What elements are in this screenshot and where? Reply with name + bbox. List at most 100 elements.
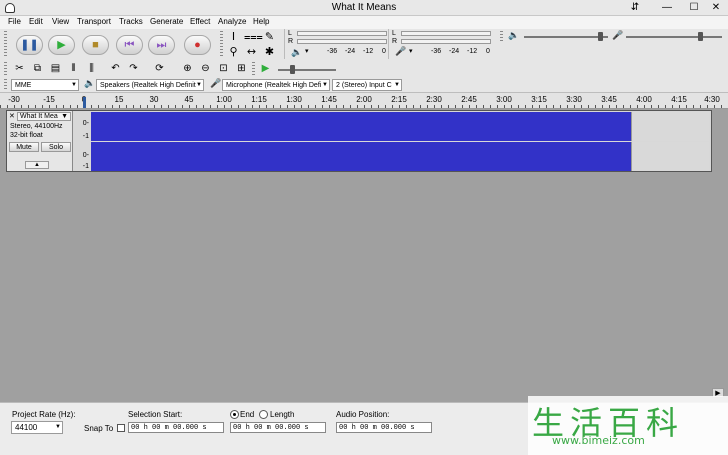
scale-label: 0- [82,152,89,159]
skip-to-end-icon: ⏭ [156,39,167,51]
waveform-right-channel[interactable] [91,142,709,171]
fit-project-icon[interactable]: ⊞ [234,62,249,76]
toolbar-grip[interactable] [252,62,255,76]
input-channels-value: 2 (Stereo) Input C [336,82,392,89]
meter-bar-right [401,39,491,44]
meter-menu-icon[interactable]: ▾ [305,47,309,55]
play-at-speed-icon[interactable]: ▶ [258,62,273,76]
meter-tick: -24 [449,48,460,55]
meter-tick: -36 [431,48,442,55]
paste-icon[interactable]: ▤ [48,62,63,76]
playhead-marker[interactable] [83,97,86,108]
pause-button[interactable]: ❚❚ [16,35,43,55]
meter-tick: 0 [486,48,490,55]
sync-lock-icon[interactable]: ⟳ [152,62,167,76]
envelope-tool-icon[interactable]: ⩶ [244,30,263,44]
redo-icon[interactable]: ↷ [126,62,141,76]
audio-track[interactable]: ✕ What It Mea ▼ Stereo, 44100Hz 32-bit f… [6,110,712,172]
toolbar-grip[interactable] [4,31,7,57]
input-channels-select[interactable]: 2 (Stereo) Input C ▼ [332,79,402,91]
cut-icon[interactable]: ✂ [12,62,27,76]
zoom-in-icon[interactable]: ⊕ [180,62,195,76]
menu-tracks[interactable]: Tracks [119,17,143,26]
meter-bar-right [297,39,387,44]
menu-view[interactable]: View [52,17,69,26]
record-icon: ● [194,39,201,51]
menu-generate[interactable]: Generate [150,17,183,26]
meter-tick: -24 [345,48,356,55]
selection-tool-icon[interactable]: I [226,30,241,44]
undo-icon[interactable]: ↶ [108,62,123,76]
stop-button[interactable]: ■ [82,35,109,55]
output-volume-slider[interactable] [524,36,608,38]
ruler-label: 4:00 [636,95,652,104]
zoom-out-icon[interactable]: ⊖ [198,62,213,76]
input-device-value: Microphone (Realtek High Defi [226,82,322,89]
multi-tool-icon[interactable]: ✱ [262,45,277,59]
ruler-label: -30 [8,95,20,104]
input-volume-thumb[interactable] [698,32,703,41]
maximize-button[interactable]: ☐ [683,1,705,15]
audio-position-field[interactable]: 00 h 00 m 00.000 s [336,422,432,433]
selection-end-field[interactable]: 00 h 00 m 00.000 s [230,422,326,433]
input-device-select[interactable]: Microphone (Realtek High Defi ▼ [222,79,330,91]
snap-to-checkbox[interactable] [117,424,125,432]
menu-analyze[interactable]: Analyze [218,17,246,26]
trim-icon[interactable]: ⫴ [66,62,81,76]
collapse-track-icon[interactable]: ▲ [25,161,49,169]
meter-left-label: L [288,30,292,37]
end-radio[interactable] [230,410,239,419]
close-track-icon[interactable]: ✕ [9,112,15,120]
record-button[interactable]: ● [184,35,211,55]
menu-transport[interactable]: Transport [77,17,111,26]
audio-host-value: MME [15,82,32,89]
menu-file[interactable]: File [8,17,21,26]
draw-tool-icon[interactable]: ✎ [262,30,277,44]
ruler-label: 3:15 [531,95,547,104]
meter-menu-icon[interactable]: ▾ [409,47,413,55]
meter-left-label: L [392,30,396,37]
output-device-select[interactable]: Speakers (Realtek High Definit ▼ [96,79,204,91]
minimize-button[interactable]: — [656,1,678,15]
play-speed-thumb[interactable] [290,65,295,74]
meter-bar-left [297,31,387,36]
menu-edit[interactable]: Edit [29,17,43,26]
chevron-down-icon: ▼ [71,82,77,88]
menu-effect[interactable]: Effect [190,17,210,26]
toolbar-grip[interactable] [4,62,7,76]
input-volume-slider[interactable] [626,36,722,38]
meter-right-label: R [392,38,398,45]
play-button[interactable]: ▶ [48,35,75,55]
audio-position-label: Audio Position: [336,410,390,419]
skip-to-start-button[interactable]: ⏮ [116,35,143,55]
mute-button[interactable]: Mute [9,142,39,152]
record-meter[interactable]: L R 🎤 ▾ -36 -24 -12 0 [388,29,494,59]
fit-selection-icon[interactable]: ⊡ [216,62,231,76]
playback-meter[interactable]: L R 🔈 ▾ -36 -24 -12 0 [284,29,388,59]
length-radio[interactable] [259,410,268,419]
solo-button[interactable]: Solo [41,142,71,152]
silence-icon[interactable]: ⫼ [84,62,99,76]
toolbar-grip[interactable] [500,31,503,43]
zoom-tool-icon[interactable]: ⚲ [226,45,241,59]
output-volume-thumb[interactable] [598,32,603,41]
track-control-panel: ✕ What It Mea ▼ Stereo, 44100Hz 32-bit f… [7,111,73,171]
output-device-value: Speakers (Realtek High Definit [100,82,196,89]
audio-host-select[interactable]: MME ▼ [11,79,79,91]
waveform-left-channel[interactable] [91,112,709,141]
restore-icon[interactable]: ⇵ [624,1,646,15]
track-name-menu[interactable]: What It Mea ▼ [17,112,71,121]
menu-help[interactable]: Help [253,17,269,26]
play-speed-slider[interactable] [278,69,336,71]
toolbar-grip[interactable] [220,31,223,57]
toolbar-grip[interactable] [4,79,7,91]
project-rate-select[interactable]: 44100 ▼ [11,421,63,434]
close-button[interactable]: ✕ [705,1,727,15]
skip-to-end-button[interactable]: ⏭ [148,35,175,55]
copy-icon[interactable]: ⧉ [30,62,45,76]
selection-start-field[interactable]: 00 h 00 m 00.000 s [128,422,224,433]
track-info: Stereo, 44100Hz [10,123,63,130]
timeshift-tool-icon[interactable]: ↔ [244,45,259,59]
timeline-ruler[interactable]: -30 -15 0 15 30 45 1:00 1:15 1:30 1:45 2… [0,93,728,109]
ruler-label: 3:30 [566,95,582,104]
